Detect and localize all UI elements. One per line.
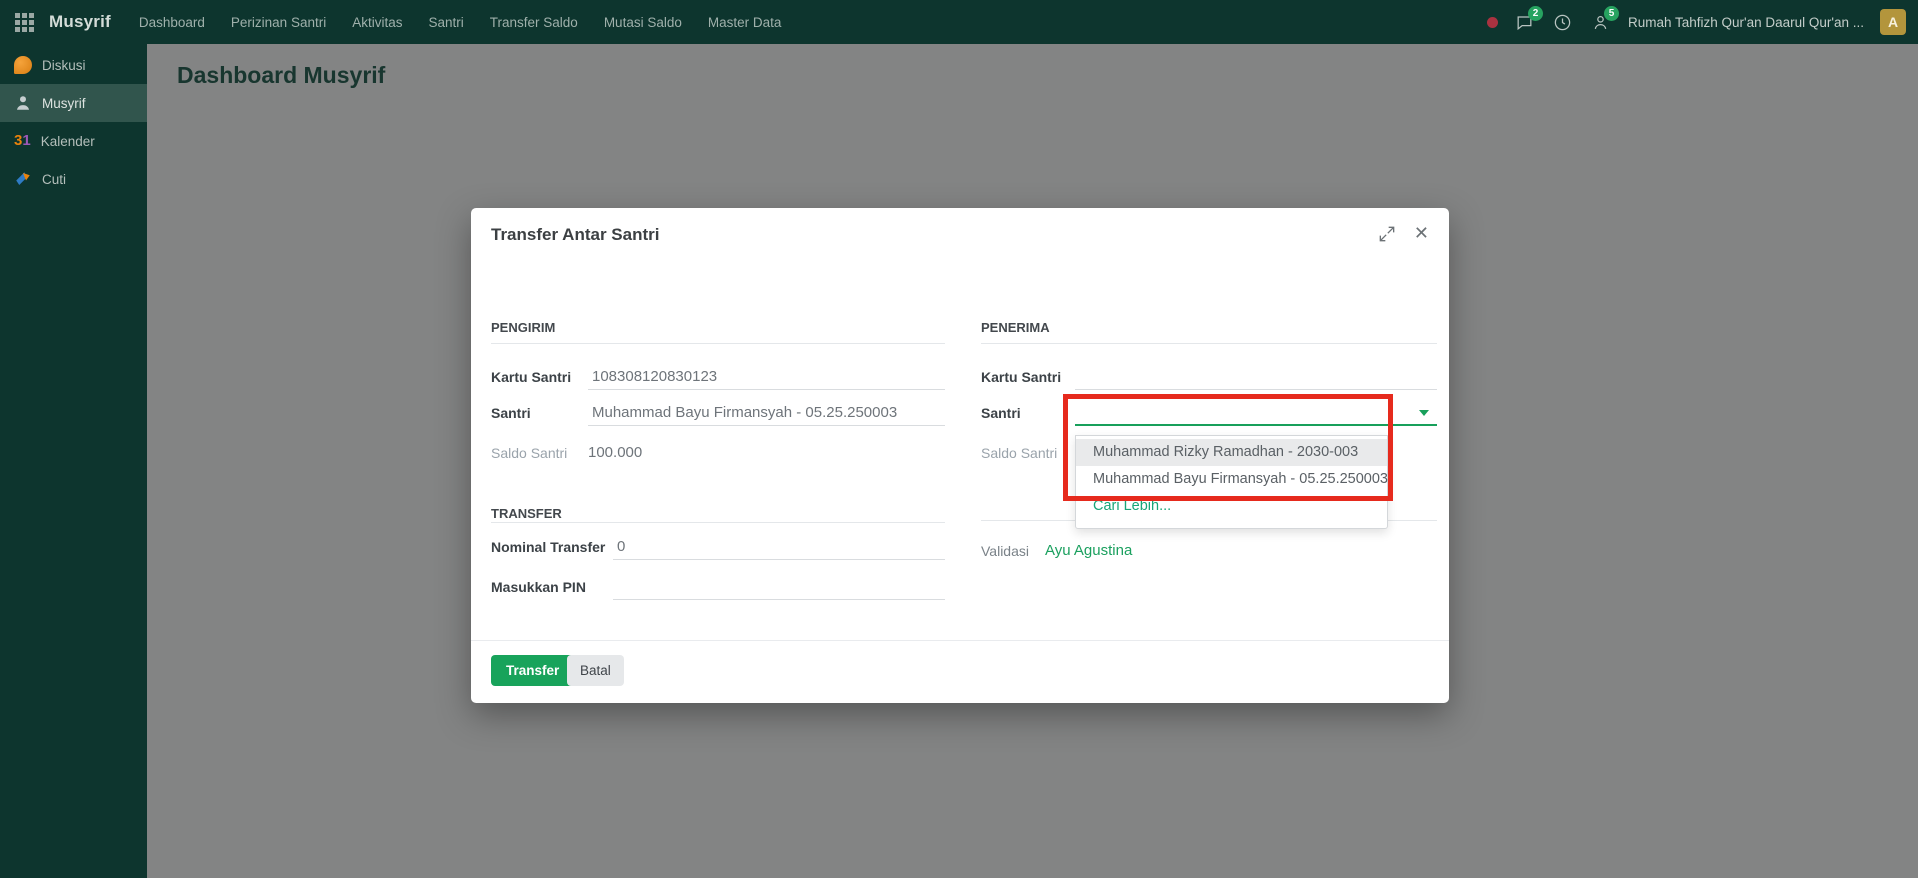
transfer-button[interactable]: Transfer [491, 655, 574, 686]
screen: Dashboard Musyrif Dashboard Musyrif 01 A… [0, 0, 1918, 878]
search-more-link[interactable]: Cari Lebih... [1076, 493, 1387, 519]
sender-saldo-row: Saldo Santri 100.000 [491, 440, 945, 466]
santri-dropdown: Muhammad Rizky Ramadhan - 2030-003 Muham… [1075, 435, 1388, 529]
dropdown-option[interactable]: Muhammad Rizky Ramadhan - 2030-003 [1076, 439, 1387, 466]
nav-item-aktivitas[interactable]: Aktivitas [352, 15, 402, 30]
sender-santri-input[interactable] [588, 400, 945, 426]
chat-badge: 2 [1528, 6, 1543, 21]
validasi-row: Validasi Ayu Agustina [981, 538, 1437, 564]
avatar[interactable]: A [1880, 9, 1906, 35]
sender-column: PENGIRIM Kartu Santri Santri Saldo Santr… [491, 312, 945, 652]
sender-saldo-value: 100.000 [588, 440, 642, 466]
chat-icon[interactable]: 2 [1514, 11, 1536, 33]
sidebar: Diskusi Musyrif 31 Kalender Cuti [0, 44, 147, 878]
section-transfer: TRANSFER [491, 498, 945, 523]
leave-icon [14, 170, 32, 188]
calendar-31-icon: 31 [14, 132, 31, 150]
receiver-kartu-row: Kartu Santri [981, 364, 1437, 390]
clock-icon[interactable] [1552, 11, 1574, 33]
validasi-value: Ayu Agustina [1045, 538, 1132, 564]
modal-footer: Transfer Batal [471, 640, 1449, 703]
notification-user-icon[interactable]: 5 [1590, 11, 1612, 33]
receiver-santri-select[interactable] [1075, 400, 1437, 426]
nav-item-santri[interactable]: Santri [428, 15, 463, 30]
status-dot-icon [1487, 17, 1498, 28]
nominal-transfer-input[interactable] [613, 534, 945, 560]
sidebar-item-musyrif[interactable]: Musyrif [0, 84, 147, 122]
modal-title: Transfer Antar Santri [491, 225, 659, 245]
field-label: Kartu Santri [981, 364, 1075, 390]
nav-item-transfer-saldo[interactable]: Transfer Saldo [490, 15, 578, 30]
field-label: Validasi [981, 538, 1045, 564]
select-caret-icon [1419, 410, 1429, 416]
nav-item-perizinan-santri[interactable]: Perizinan Santri [231, 15, 326, 30]
sidebar-item-diskusi[interactable]: Diskusi [0, 46, 147, 84]
nav-item-mutasi-saldo[interactable]: Mutasi Saldo [604, 15, 682, 30]
nav-menu: Dashboard Perizinan Santri Aktivitas San… [139, 15, 782, 30]
receiver-column: PENERIMA Kartu Santri Santri Saldo Santr… [981, 312, 1437, 652]
expand-icon[interactable] [1377, 224, 1397, 244]
pin-input[interactable] [613, 574, 945, 600]
sender-kartu-row: Kartu Santri [491, 364, 945, 390]
organization-name[interactable]: Rumah Tahfizh Qur'an Daarul Qur'an ... [1628, 15, 1864, 30]
sender-santri-row: Santri [491, 400, 945, 426]
sidebar-item-label: Diskusi [42, 58, 86, 73]
apps-grid-icon[interactable] [15, 13, 34, 32]
nominal-row: Nominal Transfer [491, 534, 945, 560]
top-navbar: Musyrif Dashboard Perizinan Santri Aktiv… [0, 0, 1918, 44]
field-label: Saldo Santri [981, 440, 1075, 466]
field-label: Kartu Santri [491, 364, 588, 390]
nav-item-dashboard[interactable]: Dashboard [139, 15, 205, 30]
cancel-button[interactable]: Batal [567, 655, 624, 686]
chat-bubble-icon [14, 56, 32, 74]
brand[interactable]: Musyrif [49, 12, 111, 32]
sidebar-item-label: Musyrif [42, 96, 86, 111]
section-pengirim: PENGIRIM [491, 312, 945, 344]
field-label: Nominal Transfer [491, 534, 613, 560]
receiver-kartu-input[interactable] [1075, 364, 1437, 390]
receiver-santri-row: Santri [981, 400, 1437, 426]
sidebar-item-kalender[interactable]: 31 Kalender [0, 122, 147, 160]
nav-item-master-data[interactable]: Master Data [708, 15, 782, 30]
person-icon [14, 94, 32, 112]
field-label: Masukkan PIN [491, 574, 613, 600]
sidebar-item-label: Cuti [42, 172, 66, 187]
sidebar-item-label: Kalender [41, 134, 95, 149]
sender-kartu-input[interactable] [588, 364, 945, 390]
notification-badge: 5 [1604, 6, 1619, 21]
section-penerima: PENERIMA [981, 312, 1437, 344]
pin-row: Masukkan PIN [491, 574, 945, 600]
dropdown-option[interactable]: Muhammad Bayu Firmansyah - 05.25.250003 [1076, 466, 1387, 493]
sidebar-item-cuti[interactable]: Cuti [0, 160, 147, 198]
field-label: Santri [981, 400, 1075, 426]
modal-header: Transfer Antar Santri ✕ [471, 208, 1449, 260]
field-label: Saldo Santri [491, 440, 588, 466]
navbar-right: 2 5 Rumah Tahfizh Qur'an Daarul Qur'an .… [1487, 9, 1918, 35]
close-icon[interactable]: ✕ [1414, 222, 1429, 244]
transfer-modal: Transfer Antar Santri ✕ PENGIRIM Kartu S… [471, 208, 1449, 703]
field-label: Santri [491, 400, 588, 426]
